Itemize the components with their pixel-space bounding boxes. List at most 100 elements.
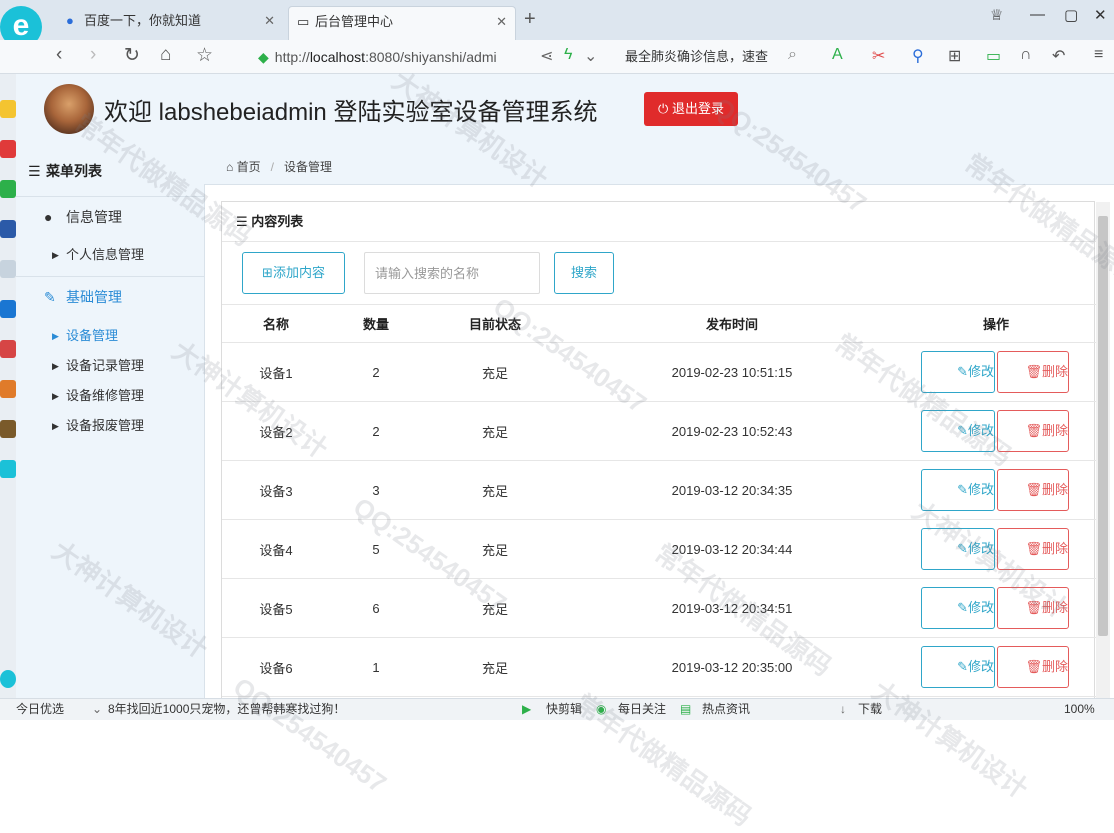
status-item-download[interactable]: 下载	[858, 699, 882, 719]
chevron-down-icon[interactable]: ⌄	[584, 46, 597, 66]
maximize-icon[interactable]: ▢	[1064, 6, 1078, 24]
power-icon: ⏻	[658, 101, 672, 116]
edit-label: 修改	[967, 659, 994, 674]
delete-button[interactable]: 🗑删除	[997, 587, 1069, 629]
cell-qty: 3	[330, 460, 422, 520]
edit-label: 修改	[967, 482, 994, 497]
headphones-icon[interactable]: ∩	[1020, 46, 1032, 64]
add-label: 添加内容	[272, 265, 325, 280]
edit-label: 修改	[967, 541, 994, 556]
status-item-clip[interactable]: 快剪辑	[546, 699, 582, 719]
edit-button[interactable]: ✎修改	[921, 351, 995, 393]
sidebar-group-basic[interactable]: ✎ 基础管理	[16, 276, 204, 316]
table-row: 设备1 2 充足 2019-02-23 10:51:15 ✎修改 🗑删除	[222, 342, 1096, 402]
favorites-icon[interactable]	[0, 100, 16, 118]
sidebar-group-label: 基础管理	[66, 289, 122, 305]
tab-baidu[interactable]: ● 百度一下，你就知道 ✕	[58, 6, 283, 40]
cell-actions: ✎修改 🗑删除	[896, 578, 1096, 638]
back-icon[interactable]: ‹	[56, 44, 62, 66]
mail-icon[interactable]	[0, 180, 16, 198]
chevron-down-icon: ⌄	[92, 702, 103, 716]
edit-button[interactable]: ✎修改	[921, 410, 995, 452]
bolt-icon[interactable]: ϟ	[564, 46, 572, 64]
scrollbar-thumb[interactable]	[1098, 216, 1108, 636]
edit-button[interactable]: ✎修改	[921, 528, 995, 570]
add-content-button[interactable]: ⊞添加内容	[242, 252, 345, 294]
home-crumb-icon: ⌂	[226, 160, 237, 174]
main-content: ☰ 内容列表 ⊞添加内容 搜索 名称 数量 目前状态 发布时间 操作 设备12充…	[204, 184, 1114, 698]
star-icon[interactable]: ☆	[196, 44, 213, 67]
edit-button[interactable]: ✎修改	[921, 646, 995, 688]
tab-admin[interactable]: ▭ 后台管理中心 ✕	[288, 6, 516, 40]
scissors-icon[interactable]: ✂	[872, 46, 885, 66]
zoom-level[interactable]: 100%	[1064, 699, 1095, 719]
add-icon[interactable]	[0, 670, 16, 688]
page-scrollbar[interactable]	[1096, 202, 1110, 698]
sidebar-item-scrap[interactable]: ▶ 设备报废管理	[16, 411, 204, 441]
refresh-icon[interactable]: ↻	[124, 44, 140, 67]
app2-icon[interactable]	[0, 380, 16, 398]
share-icon[interactable]: ⋖	[540, 46, 553, 66]
plus-square-icon: ⊞	[262, 265, 273, 280]
game-icon[interactable]	[0, 220, 16, 238]
delete-button[interactable]: 🗑删除	[997, 646, 1069, 688]
status-item-daily[interactable]: 每日关注	[618, 699, 666, 719]
page-title: 欢迎 labshebeiadmin 登陆实验室设备管理系统	[104, 99, 598, 126]
cell-qty: 2	[330, 401, 422, 461]
sidebar-item-equipment[interactable]: ▶ 设备管理	[16, 321, 204, 351]
menu-icon[interactable]: ≡	[1094, 46, 1103, 64]
delete-button[interactable]: 🗑删除	[997, 469, 1069, 511]
app3-icon[interactable]	[0, 420, 16, 438]
sidebar-item-repair[interactable]: ▶ 设备维修管理	[16, 381, 204, 411]
close-tab-icon[interactable]: ✕	[496, 7, 507, 37]
forward-icon[interactable]: ›	[90, 44, 96, 66]
search-input[interactable]	[364, 252, 540, 294]
sidebar-item-records[interactable]: ▶ 设备记录管理	[16, 351, 204, 381]
edit-label: 修改	[967, 423, 994, 438]
sidebar-item-label: 个人信息管理	[66, 247, 145, 262]
delete-button[interactable]: 🗑删除	[997, 410, 1069, 452]
delete-label: 删除	[1041, 364, 1068, 379]
browser-side-strip	[0, 74, 16, 698]
search-icon[interactable]: ⌕	[788, 46, 797, 64]
cell-qty: 6	[330, 578, 422, 638]
tab-admin-label: 后台管理中心	[315, 14, 394, 29]
note-icon[interactable]	[0, 260, 16, 278]
search-button[interactable]: 搜索	[554, 252, 614, 294]
sidebar-item-profile[interactable]: ▶ 个人信息管理	[16, 240, 204, 270]
page-header: 欢迎 labshebeiadmin 登陆实验室设备管理系统 ⏻ 退出登录	[16, 74, 1114, 144]
cell-status: 充足	[422, 460, 568, 520]
battery-icon[interactable]: ▭	[986, 46, 1001, 66]
status-item-hot[interactable]: 热点资讯	[702, 699, 750, 719]
delete-button[interactable]: 🗑删除	[997, 528, 1069, 570]
weibo-icon[interactable]	[0, 140, 16, 158]
app4-icon[interactable]	[0, 460, 16, 478]
minimize-icon[interactable]: —	[1030, 6, 1045, 23]
edit-icon: ✎	[44, 289, 56, 305]
home-icon[interactable]: ⌂	[160, 44, 171, 66]
status-news[interactable]: 8年找回近1000只宠物，还曾帮韩寒找过狗！	[108, 699, 345, 719]
magnifier-icon[interactable]: ⚲	[912, 46, 924, 66]
tv-icon[interactable]	[0, 300, 16, 318]
apps-icon[interactable]: ⊞	[948, 46, 961, 66]
close-tab-icon[interactable]: ✕	[264, 6, 275, 36]
edit-label: 修改	[967, 364, 994, 379]
edit-button[interactable]: ✎修改	[921, 587, 995, 629]
panel-title-label: 内容列表	[251, 214, 304, 229]
app1-icon[interactable]	[0, 340, 16, 358]
delete-label: 删除	[1041, 659, 1068, 674]
new-tab-icon[interactable]: +	[524, 8, 536, 31]
undo-icon[interactable]: ↶	[1052, 46, 1065, 66]
translate-icon[interactable]: A	[832, 46, 843, 64]
status-today-picks[interactable]: 今日优选	[16, 699, 64, 719]
news-search-box[interactable]: 最全肺炎确诊信息，速查	[625, 45, 805, 69]
close-window-icon[interactable]: ✕	[1094, 6, 1107, 24]
skin-icon[interactable]: ♕	[990, 6, 1003, 24]
url-host: localhost	[309, 49, 366, 65]
sidebar-group-info[interactable]: ● 信息管理	[16, 196, 204, 236]
logout-button[interactable]: ⏻ 退出登录	[644, 92, 738, 126]
delete-button[interactable]: 🗑删除	[997, 351, 1069, 393]
news-text: 最全肺炎确诊信息，速查	[625, 49, 769, 64]
breadcrumb-home[interactable]: 首页	[237, 160, 261, 174]
edit-button[interactable]: ✎修改	[921, 469, 995, 511]
